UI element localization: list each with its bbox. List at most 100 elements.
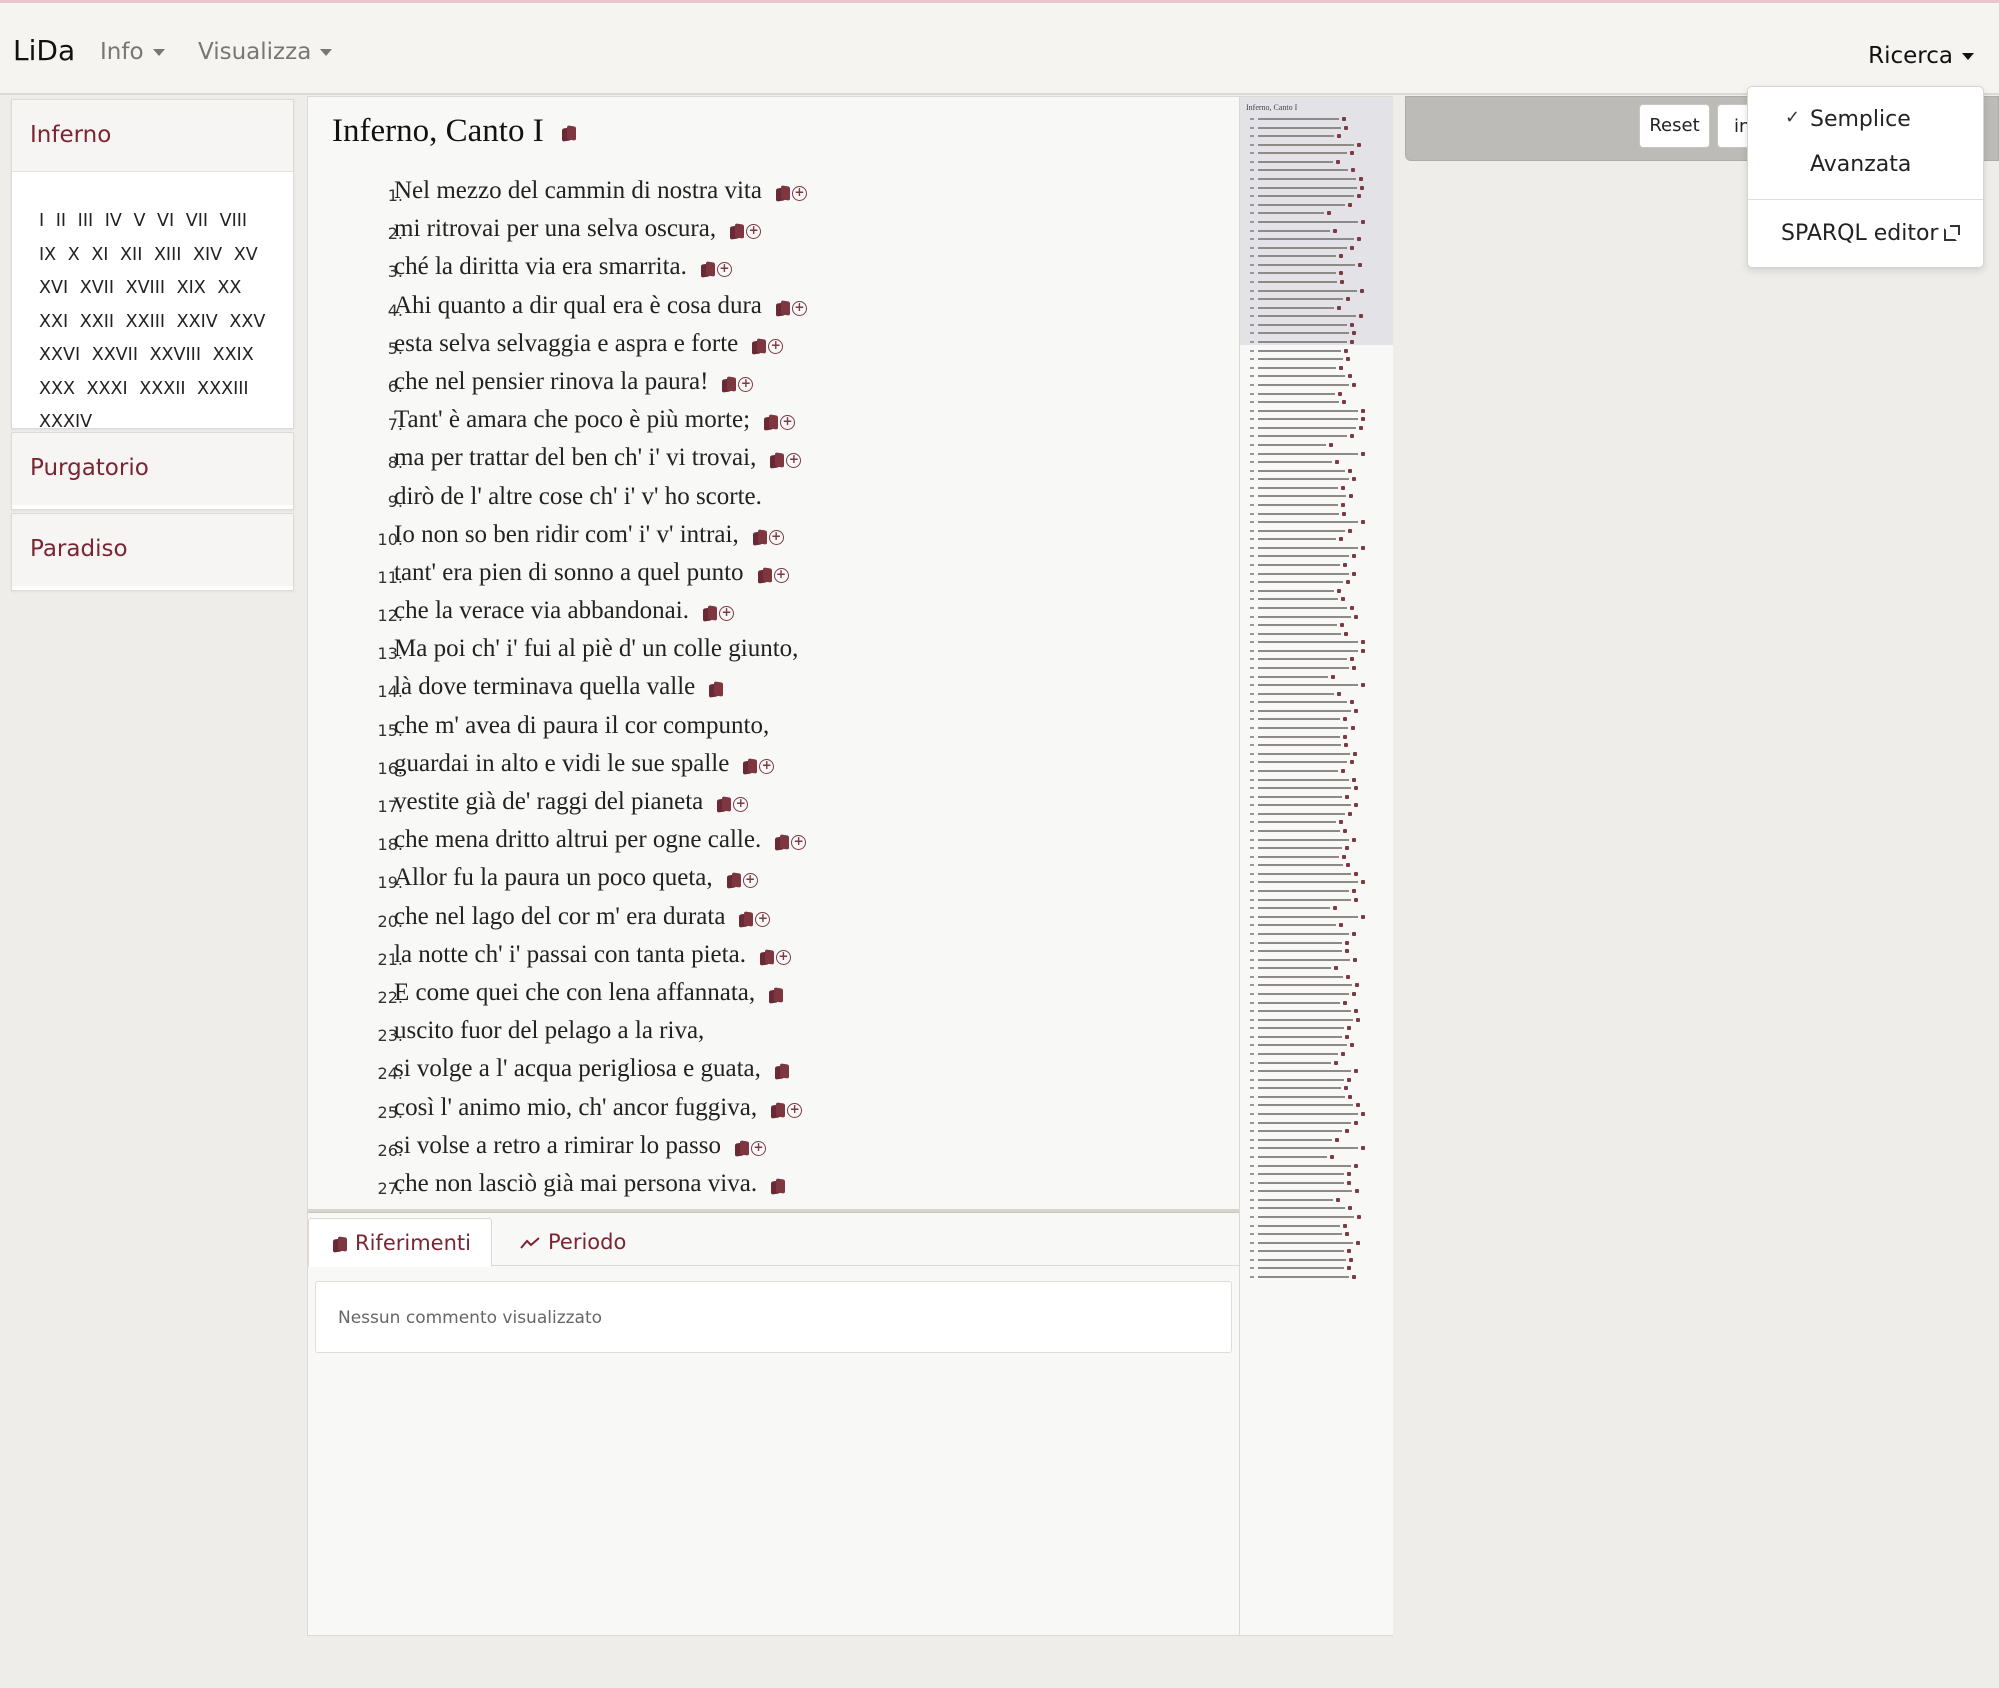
book-icon[interactable] (722, 376, 736, 393)
plus-circle-icon[interactable]: + (751, 1140, 766, 1156)
plus-circle-icon[interactable]: + (775, 949, 791, 965)
canto-link[interactable]: XXIII (126, 312, 165, 332)
book-icon[interactable] (760, 949, 774, 966)
canto-link[interactable]: XXXII (139, 379, 185, 399)
canto-link[interactable]: XXXIII (197, 379, 248, 399)
book-icon[interactable] (776, 300, 790, 317)
menu-item-semplice[interactable]: ✓ Semplice (1748, 107, 1983, 132)
verse-text[interactable]: tant' era pien di sonno a quel punto (394, 559, 744, 586)
canto-link[interactable]: XIX (177, 278, 206, 298)
book-icon[interactable] (775, 834, 789, 851)
verse-text[interactable]: che nel pensier rinova la paura! (394, 368, 708, 395)
verse-text[interactable]: mi ritrovai per una selva oscura, (394, 215, 716, 242)
canto-link[interactable]: XV (234, 245, 258, 265)
canto-link[interactable]: XXVIII (150, 345, 201, 365)
verse-text[interactable]: dirò de l' altre cose ch' i' v' ho scort… (394, 483, 762, 510)
verse-text[interactable]: che nel lago del cor m' era durata (394, 903, 725, 930)
plus-circle-icon[interactable]: + (786, 453, 802, 469)
verse-text[interactable]: la notte ch' i' passai con tanta pieta. (394, 941, 746, 968)
canto-link[interactable]: I (39, 211, 44, 231)
verse-text[interactable]: si volge a l' acqua perigliosa e guata, (394, 1055, 761, 1082)
book-icon[interactable] (770, 452, 784, 469)
book-icon[interactable] (727, 872, 741, 889)
canto-link[interactable]: IX (39, 245, 56, 265)
brand-logo[interactable]: LiDa (13, 34, 75, 67)
canto-link[interactable]: II (56, 211, 66, 231)
canto-link[interactable]: XX (217, 278, 241, 298)
verse-text[interactable]: Io non so ben ridir com' i' v' intrai, (394, 521, 739, 548)
verse-text[interactable]: Tant' è amara che poco è più morte; (394, 406, 750, 433)
canto-link[interactable]: XXIX (213, 345, 254, 365)
book-icon[interactable] (771, 1102, 785, 1119)
verse-text[interactable]: che mena dritto altrui per ogne calle. (394, 826, 761, 853)
canto-link[interactable]: XXXI (87, 379, 128, 399)
canto-link[interactable]: XXXIV (39, 412, 92, 432)
canto-link[interactable]: XXI (39, 312, 68, 332)
book-icon[interactable] (764, 414, 778, 431)
canto-link[interactable]: VI (157, 211, 174, 231)
plus-circle-icon[interactable]: + (787, 1102, 803, 1118)
book-icon[interactable] (752, 338, 766, 355)
canto-link[interactable]: XVIII (126, 278, 165, 298)
sidebar-paradiso-header[interactable]: Paradiso (12, 514, 293, 586)
menu-item-sparql-editor[interactable]: SPARQL editor (1748, 221, 1983, 246)
canto-link[interactable]: XXVI (39, 345, 80, 365)
verse-text[interactable]: E come quei che con lena affannata, (394, 979, 755, 1006)
plus-circle-icon[interactable]: + (738, 376, 754, 392)
book-icon[interactable] (703, 605, 717, 622)
sidebar-inferno-header[interactable]: Inferno (12, 100, 293, 172)
verse-text[interactable]: là dove terminava quella valle (394, 673, 695, 700)
book-icon[interactable] (709, 681, 723, 698)
panel-divider[interactable] (308, 1209, 1240, 1213)
canto-link[interactable]: XIII (154, 245, 181, 265)
canto-link[interactable]: III (78, 211, 93, 231)
plus-circle-icon[interactable]: + (791, 186, 807, 202)
canto-link[interactable]: XVII (80, 278, 114, 298)
book-icon[interactable] (753, 529, 767, 546)
canto-link[interactable]: XXIV (177, 312, 218, 332)
verse-text[interactable]: vestite già de' raggi del pianeta (394, 788, 703, 815)
verse-text[interactable]: Ahi quanto a dir qual era è cosa dura (394, 292, 762, 319)
plus-circle-icon[interactable]: + (742, 873, 758, 889)
plus-circle-icon[interactable]: + (768, 338, 784, 354)
verse-text[interactable]: si volse a retro a rimirar lo passo (394, 1132, 721, 1159)
book-icon[interactable] (730, 223, 744, 240)
canto-link[interactable]: XIV (193, 245, 222, 265)
verse-text[interactable]: che m' avea di paura il cor compunto, (394, 712, 769, 739)
menu-item-avanzata[interactable]: Avanzata (1748, 152, 1983, 177)
canto-link[interactable]: XXVII (92, 345, 138, 365)
tab-riferimenti[interactable]: Riferimenti (308, 1218, 492, 1267)
book-icon[interactable] (776, 185, 790, 202)
canto-link[interactable]: X (68, 245, 80, 265)
canto-link[interactable]: VIII (220, 211, 247, 231)
book-icon[interactable] (735, 1140, 749, 1157)
book-icon[interactable] (739, 911, 753, 928)
plus-circle-icon[interactable]: + (791, 300, 807, 316)
plus-circle-icon[interactable]: + (780, 415, 796, 431)
nav-ricerca-dropdown[interactable]: Ricerca (1868, 43, 1974, 69)
plus-circle-icon[interactable]: + (746, 224, 762, 240)
verse-text[interactable]: Ma poi ch' i' fui al piè d' un colle giu… (394, 635, 798, 662)
book-icon[interactable] (771, 1178, 785, 1195)
verse-text[interactable]: ma per trattar del ben ch' i' vi trovai, (394, 444, 756, 471)
canto-link[interactable]: VII (186, 211, 208, 231)
book-icon[interactable] (717, 796, 731, 813)
canto-link[interactable]: XII (120, 245, 142, 265)
verse-text[interactable]: che non lasciò già mai persona viva. (394, 1170, 757, 1197)
tab-periodo[interactable]: Periodo (496, 1218, 626, 1267)
sidebar-purgatorio-header[interactable]: Purgatorio (12, 433, 293, 505)
verse-text[interactable]: uscito fuor del pelago a la riva, (394, 1017, 704, 1044)
canto-link[interactable]: XXV (229, 312, 265, 332)
canto-link[interactable]: V (133, 211, 145, 231)
verse-text[interactable]: così l' animo mio, ch' ancor fuggiva, (394, 1094, 757, 1121)
canto-link[interactable]: IV (105, 211, 122, 231)
plus-circle-icon[interactable]: + (768, 529, 784, 545)
verse-text[interactable]: esta selva selvaggia e aspra e forte (394, 330, 738, 357)
plus-circle-icon[interactable]: + (773, 567, 789, 583)
book-icon[interactable] (769, 987, 783, 1004)
plus-circle-icon[interactable]: + (718, 606, 734, 622)
canto-link[interactable]: XVI (39, 278, 68, 298)
nav-visualizza-dropdown[interactable]: Visualizza (198, 39, 333, 65)
verse-text[interactable]: guardai in alto e vidi le sue spalle (394, 750, 729, 777)
plus-circle-icon[interactable]: + (733, 797, 749, 813)
